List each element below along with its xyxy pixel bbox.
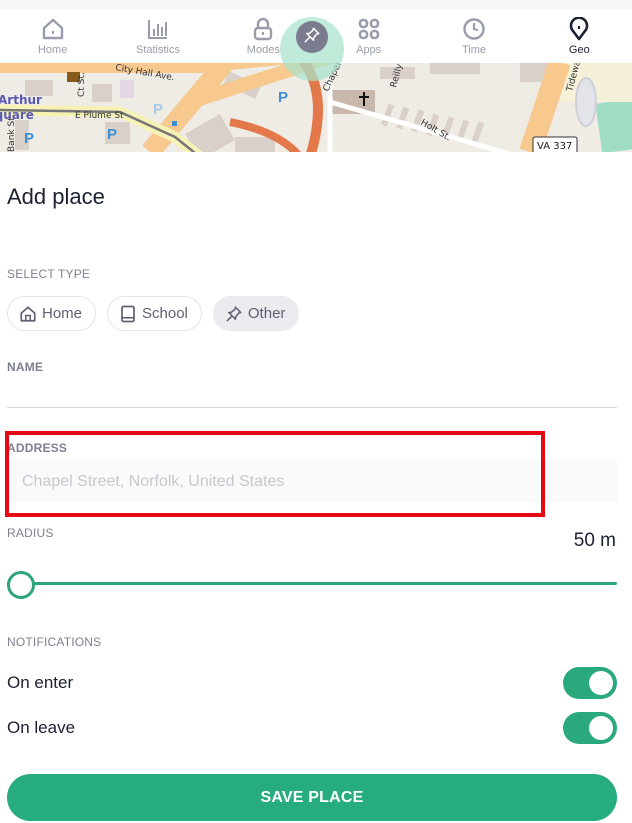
on-leave-label: On leave [7, 718, 76, 737]
nav-label: Time [461, 44, 486, 56]
home-icon [40, 16, 66, 42]
pushpin-icon [303, 26, 321, 49]
select-type-label: SELECT TYPE [7, 267, 91, 281]
apps-grid-icon [356, 16, 382, 42]
type-chip-school[interactable]: School [107, 296, 202, 331]
nav-label: Geo [568, 44, 590, 56]
radius-value: 50 m [573, 530, 616, 551]
chip-label: School [142, 305, 188, 322]
slider-thumb[interactable] [7, 571, 35, 599]
status-strip [0, 0, 632, 9]
nav-label: Statistics [135, 44, 180, 56]
parking-marker: P [153, 101, 163, 118]
address-label: ADDRESS [7, 441, 68, 455]
nav-label: Home [37, 44, 68, 56]
route-shield: VA 337 [537, 141, 572, 152]
bar-chart-icon [145, 16, 171, 42]
home-icon [19, 305, 37, 323]
save-place-button[interactable]: SAVE PLACE [7, 774, 617, 821]
nav-label: Apps [356, 44, 382, 56]
book-icon [119, 305, 137, 323]
nav-item-statistics[interactable]: Statistics [105, 9, 210, 63]
page-title: Add place [7, 184, 105, 209]
chip-label: Home [42, 305, 83, 322]
toggle-knob [589, 716, 613, 740]
type-chip-home[interactable]: Home [7, 296, 97, 331]
slider-track [7, 582, 617, 585]
map-label-arthur: Arthur [0, 93, 42, 107]
add-place-fab[interactable] [296, 21, 328, 53]
on-enter-row: On enter [7, 667, 617, 699]
map-pin-icon [566, 16, 592, 42]
parking-marker: P [278, 89, 288, 106]
type-selector: Home School Other [7, 296, 300, 331]
name-label: NAME [7, 360, 44, 374]
toggle-knob [589, 671, 613, 695]
on-leave-row: On leave [7, 712, 617, 744]
nav-label: Modes [246, 44, 280, 56]
parking-marker: P [107, 126, 117, 143]
nav-item-home[interactable]: Home [0, 9, 105, 63]
notifications-label: NOTIFICATIONS [7, 635, 102, 649]
map-label-court: Ct St. [77, 72, 87, 97]
radius-slider[interactable] [7, 570, 617, 600]
chip-label: Other [247, 305, 286, 322]
map-label-square: Square [0, 108, 34, 122]
map-label-plume: E Plume St [75, 111, 124, 121]
name-input[interactable] [7, 380, 617, 408]
nav-item-time[interactable]: Time [421, 9, 526, 63]
on-enter-label: On enter [7, 673, 74, 692]
parking-marker: P [24, 130, 34, 147]
clock-icon [461, 16, 487, 42]
pushpin-icon [225, 305, 243, 323]
radius-label: RADIUS [7, 526, 54, 540]
address-input[interactable] [7, 460, 617, 503]
lock-icon [250, 16, 276, 42]
on-enter-toggle[interactable] [563, 667, 617, 699]
nav-item-geo[interactable]: Geo [527, 9, 632, 63]
on-leave-toggle[interactable] [563, 712, 617, 744]
type-chip-other[interactable]: Other [212, 296, 300, 331]
